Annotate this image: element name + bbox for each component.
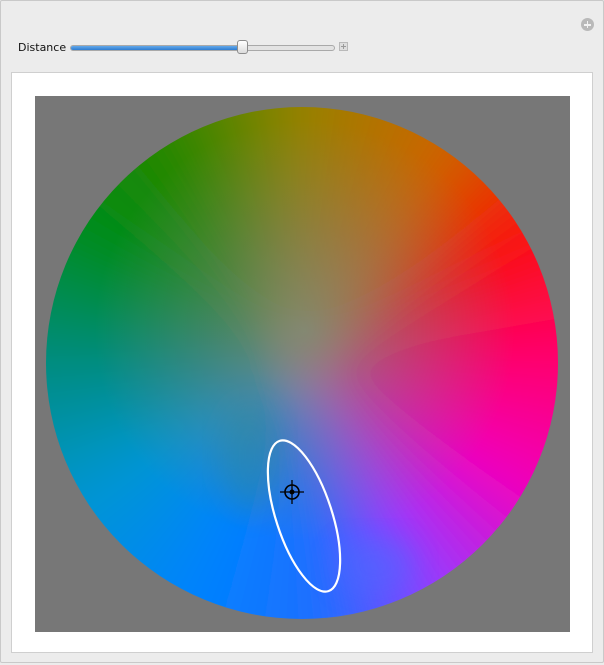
color-wheel-svg: [46, 107, 558, 619]
distance-label: Distance: [18, 41, 67, 54]
distance-slider-fill: [71, 46, 243, 50]
distance-slider[interactable]: [70, 40, 335, 54]
teal-band: [220, 401, 280, 511]
blue-band: [335, 536, 415, 596]
plus-circle-icon[interactable]: [581, 18, 594, 31]
app-window: Distance: [0, 0, 604, 663]
distance-slider-thumb[interactable]: [237, 40, 249, 54]
output-panel: [11, 72, 593, 653]
color-wheel-plot: [35, 96, 570, 632]
plus-square-icon[interactable]: [339, 42, 348, 51]
center-wash: [95, 121, 515, 541]
